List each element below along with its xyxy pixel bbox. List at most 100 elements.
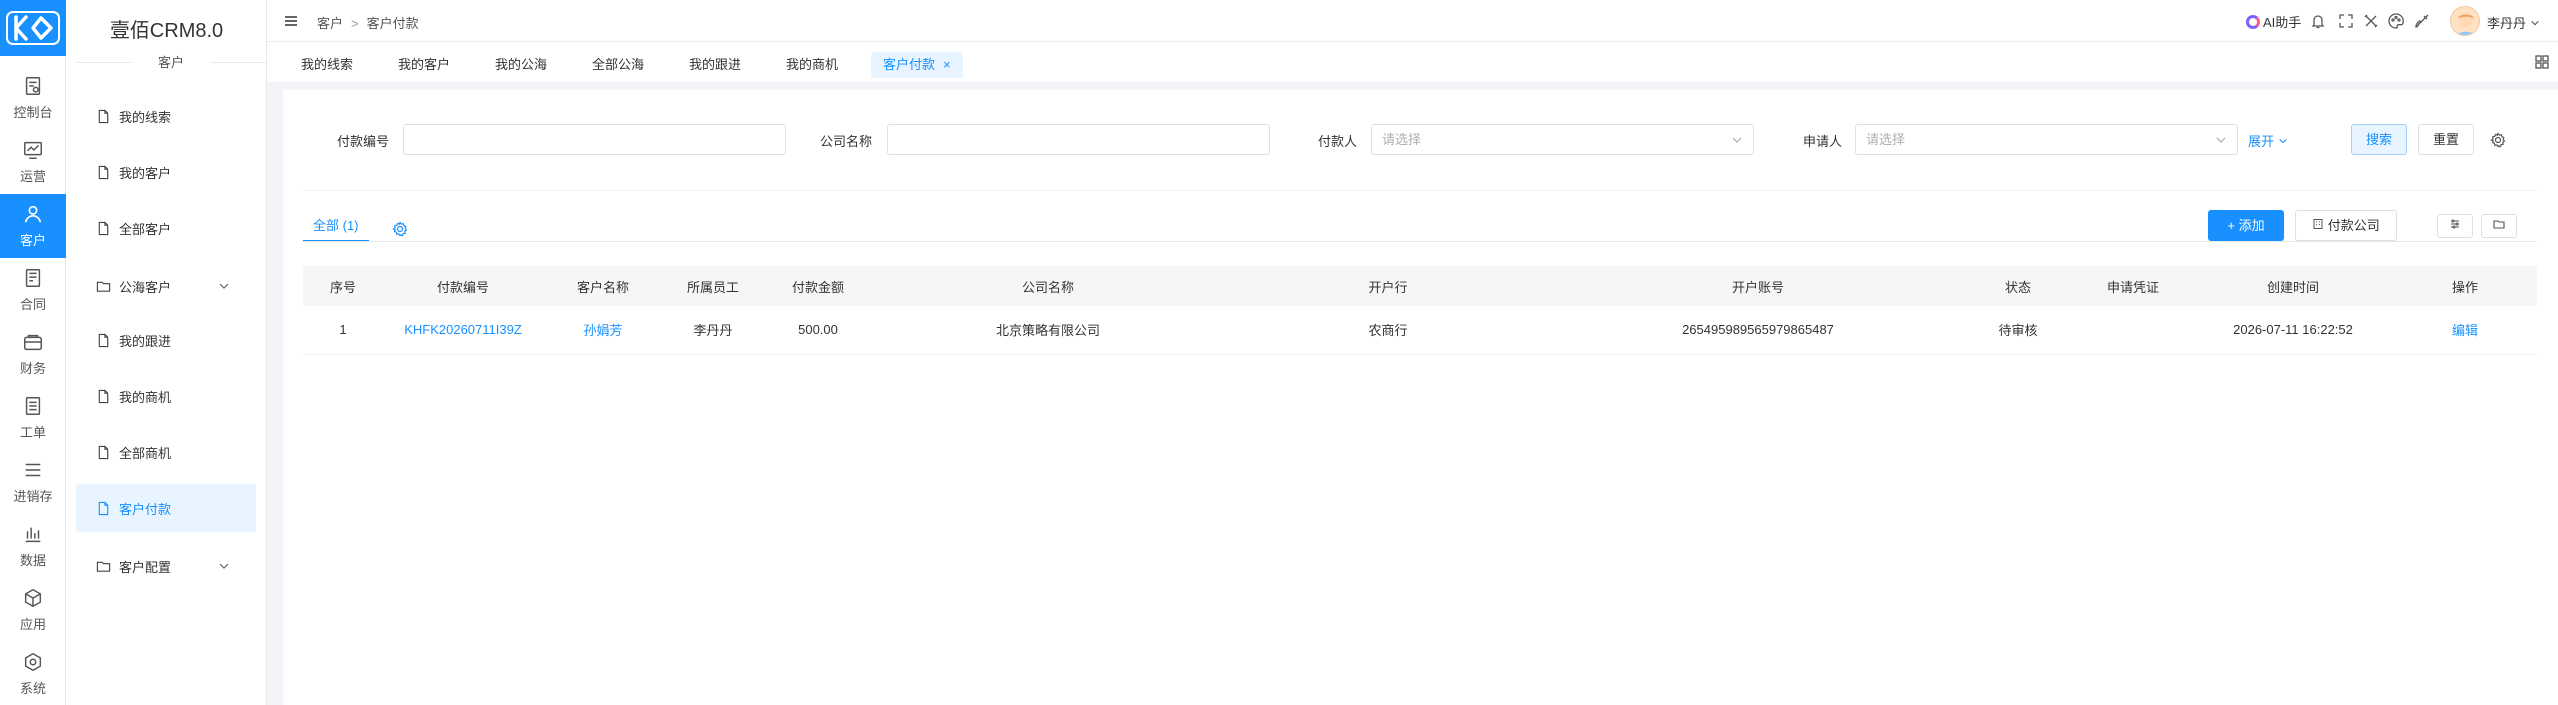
filter-divider — [303, 190, 2537, 191]
menu-toggle-icon[interactable] — [283, 13, 299, 29]
tab-close-icon[interactable]: × — [943, 57, 951, 72]
tab-my-followups[interactable]: 我的跟进 — [677, 52, 753, 78]
rail-item-ticket[interactable]: 工单 — [0, 386, 66, 450]
plus-icon: + — [2227, 218, 2239, 233]
column-header: 操作 — [2393, 266, 2537, 306]
tab-my-public[interactable]: 我的公海 — [483, 52, 559, 78]
tab-my-leads[interactable]: 我的线索 — [289, 52, 365, 78]
sidebar-item-label: 客户付款 — [119, 501, 172, 517]
tab-my-opportunities[interactable]: 我的商机 — [774, 52, 850, 78]
rail-item-contract[interactable]: 合同 — [0, 258, 66, 322]
document-icon — [98, 501, 109, 515]
cell-account: 265495989565979865487 — [1553, 306, 1963, 355]
rail-item-operations[interactable]: 运营 — [0, 130, 66, 194]
rail-label: 合同 — [19, 297, 46, 312]
tab-customer-payment[interactable]: 客户付款 × — [871, 52, 963, 78]
app-logo[interactable] — [0, 0, 66, 56]
chevron-down-icon — [219, 563, 229, 569]
tab-my-customers[interactable]: 我的客户 — [386, 52, 462, 78]
sidebar-item-label: 全部客户 — [119, 221, 172, 237]
rail-label: 进销存 — [13, 489, 53, 504]
filter-toggle-button[interactable] — [2437, 214, 2473, 238]
dashboard-icon — [25, 77, 41, 95]
payment-no-input[interactable] — [403, 124, 786, 155]
tab-label: 客户付款 — [883, 57, 936, 72]
expand-filters-link[interactable]: 展开 — [2248, 131, 2288, 150]
cell-bank: 农商行 — [1223, 306, 1553, 355]
folder-icon — [96, 561, 111, 572]
sidebar-item-customer-config[interactable]: 客户配置 — [76, 542, 256, 590]
edit-link[interactable]: 编辑 — [2393, 306, 2537, 355]
sidebar-item-public-customers[interactable]: 公海客户 — [76, 262, 256, 310]
ai-assistant-button[interactable]: AI助手 — [2246, 12, 2301, 31]
cell-company: 北京策略有限公司 — [873, 306, 1223, 355]
add-button[interactable]: + 添加 — [2208, 210, 2284, 241]
chevron-down-icon — [1732, 137, 1742, 143]
rail-item-finance[interactable]: 财务 — [0, 322, 66, 386]
grid-menu-icon[interactable] — [2534, 54, 2550, 70]
sidebar-item-my-customers[interactable]: 我的客户 — [76, 148, 256, 196]
rail-label: 客户 — [19, 233, 46, 248]
column-header: 客户名称 — [543, 266, 663, 306]
rail-label: 应用 — [19, 617, 46, 632]
sidebar-item-all-opportunities[interactable]: 全部商机 — [76, 428, 256, 476]
user-menu[interactable]: 李丹丹 — [2487, 13, 2540, 32]
rail-item-customer[interactable]: 客户 — [0, 194, 66, 258]
chevron-down-icon — [2278, 138, 2287, 144]
rail-item-data[interactable]: 数据 — [0, 514, 66, 578]
search-button[interactable]: 搜索 — [2351, 124, 2407, 155]
palette-icon[interactable] — [2387, 12, 2405, 30]
sidebar-item-my-opportunities[interactable]: 我的商机 — [76, 372, 256, 420]
column-header: 所属员工 — [663, 266, 763, 306]
applicant-select[interactable]: 请选择 — [1855, 124, 2238, 155]
column-header: 创建时间 — [2193, 266, 2393, 306]
chevron-down-icon — [2216, 137, 2226, 143]
rail-item-apps[interactable]: 应用 — [0, 578, 66, 642]
company-name-label: 公司名称 — [820, 134, 873, 149]
column-header: 开户账号 — [1553, 266, 1963, 306]
chevron-down-icon — [2530, 20, 2539, 26]
column-settings-icon[interactable] — [392, 221, 408, 237]
sidebar-item-customer-payment[interactable]: 客户付款 — [76, 484, 256, 532]
chart-monitor-icon — [24, 141, 42, 159]
folder-icon — [96, 281, 111, 292]
breadcrumb-item[interactable]: 客户 — [317, 16, 343, 31]
crm-app: 控制台 运营 客户 合同 财务 工单 进销存 数据 应用 系统 壹佰CRM8.0… — [0, 0, 2558, 705]
sidebar-item-my-followups[interactable]: 我的跟进 — [76, 316, 256, 364]
reset-button[interactable]: 重置 — [2418, 124, 2474, 155]
rail-label: 数据 — [19, 553, 46, 568]
document-icon — [98, 389, 109, 403]
filter-settings-icon[interactable] — [2490, 132, 2506, 148]
cell-payment-no-link[interactable]: KHFK20260711I39Z — [383, 306, 543, 355]
bell-icon[interactable] — [2309, 12, 2327, 30]
sidebar-item-all-customers[interactable]: 全部客户 — [76, 204, 256, 252]
tab-all[interactable]: 全部 (1) — [303, 212, 369, 242]
contract-icon — [25, 269, 41, 287]
pay-company-button[interactable]: 付款公司 — [2295, 210, 2397, 241]
rail-item-dashboard[interactable]: 控制台 — [0, 66, 66, 130]
ai-logo-icon — [2246, 14, 2260, 29]
rail-label: 系统 — [19, 681, 46, 696]
module-rail: 控制台 运营 客户 合同 财务 工单 进销存 数据 应用 系统 — [0, 0, 66, 705]
rail-item-inventory[interactable]: 进销存 — [0, 450, 66, 514]
payer-select[interactable]: 请选择 — [1371, 124, 1754, 155]
tab-all-public[interactable]: 全部公海 — [580, 52, 656, 78]
rail-label: 运营 — [19, 169, 46, 184]
column-header: 状态 — [1963, 266, 2073, 306]
rail-item-system[interactable]: 系统 — [0, 642, 66, 705]
brush-icon[interactable] — [2413, 12, 2431, 30]
avatar[interactable] — [2450, 6, 2480, 36]
cell-customer-link[interactable]: 孙娟芳 — [543, 306, 663, 355]
top-bar: 客户 > 客户付款 AI助手 李丹丹 — [267, 0, 2558, 42]
payment-table: 序号 付款编号 客户名称 所属员工 付款金额 公司名称 开户行 开户账号 状态 … — [303, 266, 2537, 355]
building-icon — [2313, 219, 2323, 229]
fullscreen-icon[interactable] — [2337, 12, 2355, 30]
export-button[interactable] — [2481, 214, 2517, 238]
column-header: 付款金额 — [763, 266, 873, 306]
company-name-input[interactable] — [887, 124, 1270, 155]
document-icon — [98, 109, 109, 123]
sidebar-item-my-leads[interactable]: 我的线索 — [76, 92, 256, 140]
breadcrumb: 客户 > 客户付款 — [317, 13, 419, 32]
rail-label: 工单 — [19, 425, 46, 440]
tools-icon[interactable] — [2362, 12, 2380, 30]
